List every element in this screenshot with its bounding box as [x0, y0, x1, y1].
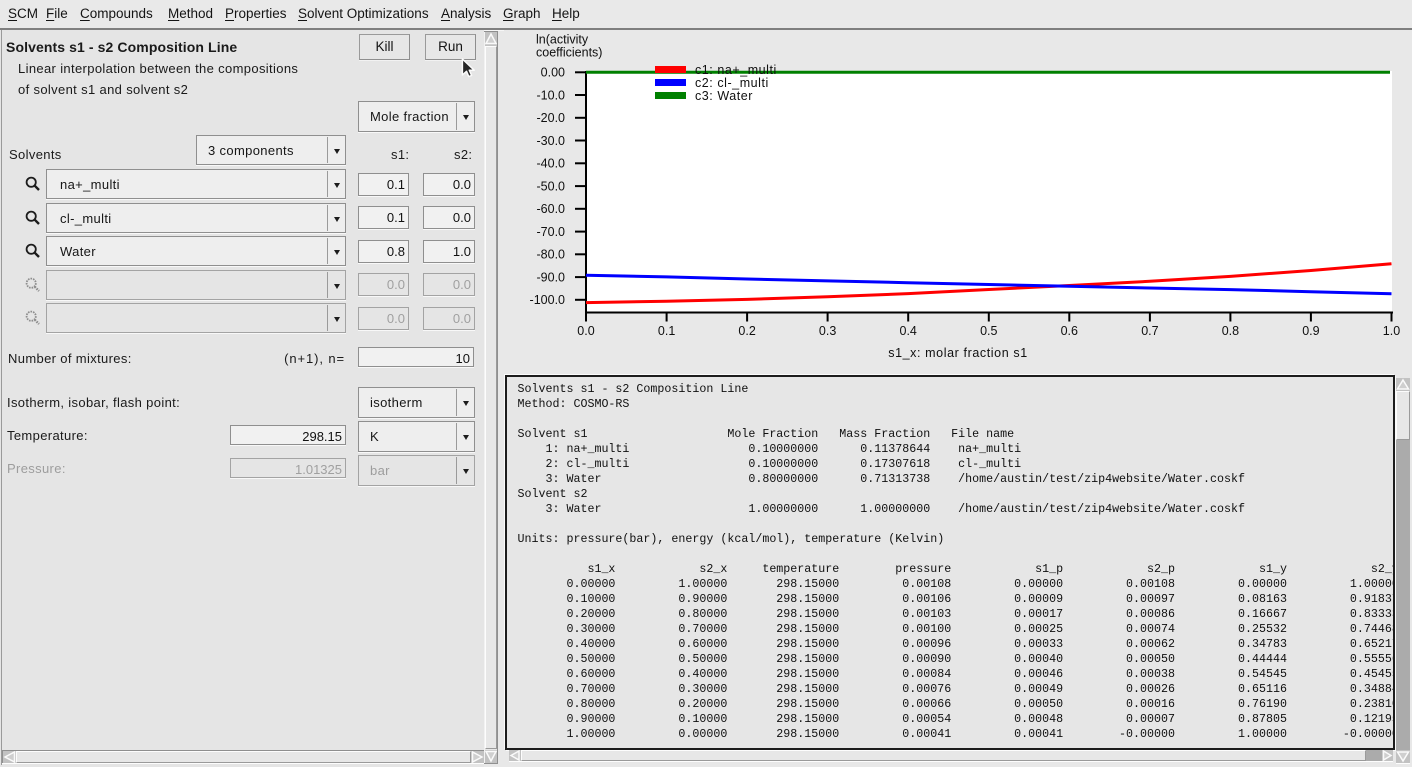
- svg-text:0.9: 0.9: [1302, 324, 1319, 338]
- svg-text:0.2: 0.2: [738, 324, 755, 338]
- svg-text:c1: na+_multi: c1: na+_multi: [695, 63, 777, 77]
- svg-text:0.3: 0.3: [819, 324, 836, 338]
- svg-text:c3: Water: c3: Water: [695, 89, 753, 103]
- svg-text:0.1: 0.1: [658, 324, 675, 338]
- svg-text:-60.0: -60.0: [537, 202, 566, 216]
- svg-text:1.0: 1.0: [1383, 324, 1400, 338]
- svg-text:ln(activity: ln(activity: [536, 33, 589, 47]
- svg-text:-40.0: -40.0: [537, 157, 566, 171]
- svg-text:0.8: 0.8: [1222, 324, 1239, 338]
- svg-text:0.6: 0.6: [1061, 324, 1078, 338]
- svg-text:-30.0: -30.0: [537, 134, 566, 148]
- svg-text:-10.0: -10.0: [537, 88, 566, 102]
- svg-text:c2: cl-_multi: c2: cl-_multi: [695, 76, 769, 90]
- svg-text:-20.0: -20.0: [537, 111, 566, 125]
- svg-text:s1_x: molar fraction s1: s1_x: molar fraction s1: [888, 346, 1028, 360]
- svg-text:0.7: 0.7: [1141, 324, 1158, 338]
- svg-text:-90.0: -90.0: [537, 270, 566, 284]
- svg-text:-80.0: -80.0: [537, 248, 566, 262]
- svg-text:0.00: 0.00: [541, 66, 565, 80]
- svg-text:-50.0: -50.0: [537, 179, 566, 193]
- svg-text:0.4: 0.4: [900, 324, 917, 338]
- svg-text:-100.0: -100.0: [530, 293, 565, 307]
- svg-text:0.5: 0.5: [980, 324, 997, 338]
- svg-text:-70.0: -70.0: [537, 225, 566, 239]
- svg-text:0.0: 0.0: [577, 324, 594, 338]
- svg-text:coefficients): coefficients): [536, 46, 602, 60]
